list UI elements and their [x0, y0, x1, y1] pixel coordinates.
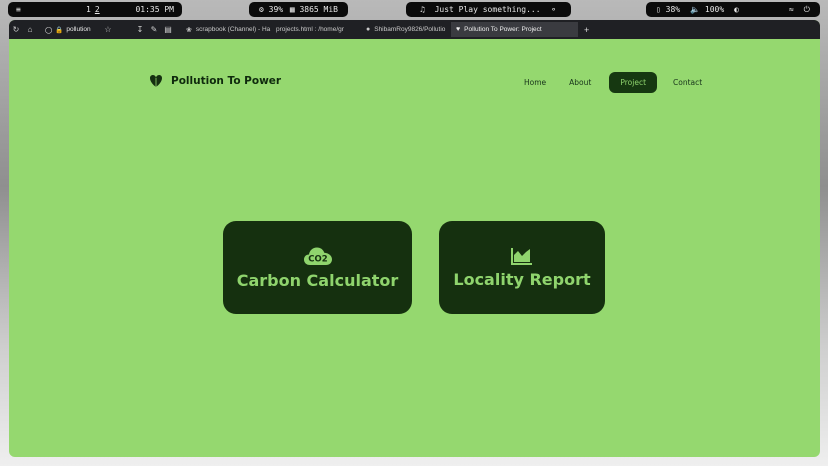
nav-home[interactable]: Home: [514, 72, 556, 93]
new-tab-icon[interactable]: +: [584, 25, 589, 35]
tab-label: projects.html : /home/gr: [276, 26, 344, 33]
tab-scrapbook[interactable]: ❀ scrapbook (Channel) - Ha: [181, 22, 271, 37]
brand-name: Pollution To Power: [171, 75, 282, 87]
lock-icon: 🔒: [55, 26, 64, 34]
download-icon[interactable]: ↧: [133, 25, 147, 34]
menu-icon[interactable]: ≡: [16, 5, 28, 14]
locality-report-card[interactable]: Locality Report: [439, 221, 605, 314]
home-icon[interactable]: ⌂: [23, 25, 37, 34]
brand-leaf-icon: [150, 75, 162, 87]
volume-icon: 🔈: [690, 5, 701, 14]
tab-pollution-project[interactable]: ♥ Pollution To Power: Project: [451, 22, 578, 37]
cpu-value: 39%: [268, 5, 284, 14]
account-icon[interactable]: ▤: [161, 25, 175, 34]
battery-icon: ▯: [656, 5, 661, 14]
main-nav: Home About Project Contact: [514, 72, 712, 93]
bookmark-star-icon[interactable]: ☆: [101, 25, 115, 34]
reload-icon[interactable]: ↻: [9, 25, 23, 34]
card-title: Carbon Calculator: [236, 270, 399, 290]
wifi-icon[interactable]: ≈: [789, 5, 794, 14]
battery-value: 38%: [665, 5, 681, 14]
music-status: Just Play something...: [434, 5, 541, 14]
browser-toolbar: ↻ ⌂ ◯ 🔒 pollution ☆ ↧ ✎ ▤ ❀ scrapbook (C…: [9, 20, 820, 39]
music-playing-icon: ⚬: [550, 5, 557, 14]
memory-value: 3865 MiB: [299, 5, 338, 14]
shield-icon: ◯: [45, 26, 53, 34]
tab-projects-html[interactable]: projects.html : /home/gr: [271, 22, 361, 37]
workspace-2[interactable]: 2: [95, 5, 100, 14]
cpu-stat: ⚙ 39%: [259, 5, 283, 14]
workspace-1[interactable]: 1: [86, 5, 91, 14]
battery-stat: ▯ 38%: [656, 5, 680, 14]
volume-stat[interactable]: 🔈 100%: [690, 5, 724, 14]
extensions-icon[interactable]: ✎: [147, 25, 161, 34]
tab-label: ShibamRoy9826/Pollutio: [374, 26, 446, 33]
status-tray: ▯ 38% 🔈 100% ◐ ≈ ⏻: [646, 2, 820, 17]
github-icon: ●: [366, 26, 371, 33]
url-text: pollution: [66, 26, 91, 33]
browser-window: ↻ ⌂ ◯ 🔒 pollution ☆ ↧ ✎ ▤ ❀ scrapbook (C…: [9, 20, 820, 457]
card-title: Locality Report: [453, 269, 591, 289]
music-widget[interactable]: ♫ Just Play something... ⚬: [406, 2, 571, 17]
carbon-calculator-card[interactable]: CO2 Carbon Calculator: [223, 221, 412, 314]
co2-icon-label: CO2: [308, 254, 327, 264]
tab-label: scrapbook (Channel) - Ha: [195, 26, 271, 33]
music-note-icon: ♫: [420, 5, 425, 14]
theme-toggle-icon[interactable]: ◐: [734, 5, 739, 14]
nav-about[interactable]: About: [559, 72, 601, 93]
nav-project[interactable]: Project: [609, 72, 658, 93]
clock: 01:35 PM: [135, 5, 174, 14]
address-bar[interactable]: ◯ 🔒 pollution: [45, 20, 101, 39]
system-stats: ⚙ 39% ▦ 3865 MiB: [249, 2, 348, 17]
workspace-bar: ≡ 12 01:35 PM: [8, 2, 182, 17]
page-content: Pollution To Power Home About Project Co…: [9, 39, 820, 457]
tab-github[interactable]: ● ShibamRoy9826/Pollutio: [361, 22, 451, 37]
leaf-icon: ♥: [456, 26, 461, 33]
tab-label: Pollution To Power: Project: [464, 26, 542, 33]
area-chart-icon: [511, 247, 532, 265]
cpu-icon: ⚙: [259, 5, 264, 14]
co2-cloud-icon: CO2: [303, 247, 332, 265]
nav-contact[interactable]: Contact: [663, 72, 712, 93]
volume-value: 100%: [704, 5, 725, 14]
memory-icon: ▦: [289, 5, 295, 14]
memory-stat: ▦ 3865 MiB: [290, 5, 338, 14]
workspace-list: 12: [86, 5, 104, 14]
site-brand[interactable]: Pollution To Power: [149, 74, 281, 88]
slack-icon: ❀: [186, 26, 192, 34]
power-icon[interactable]: ⏻: [804, 5, 810, 15]
